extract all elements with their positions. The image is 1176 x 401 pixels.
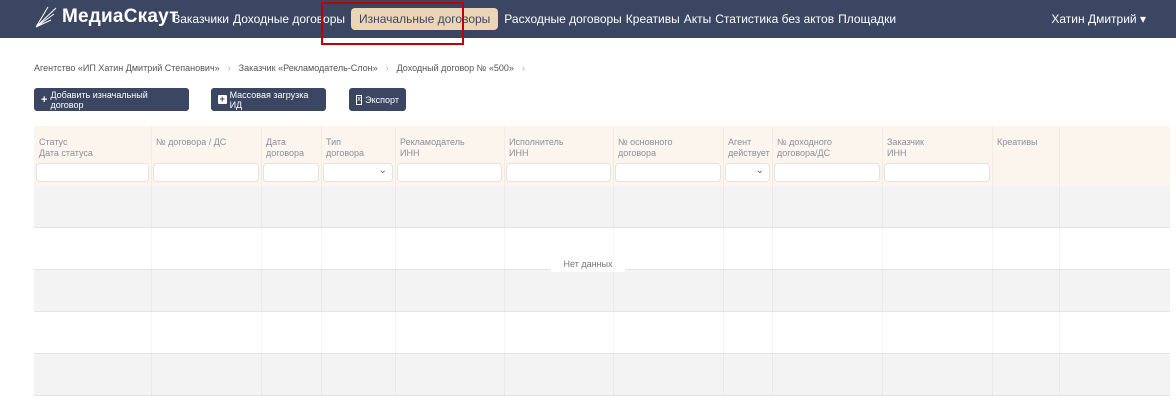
header-line: № основного [618,137,673,147]
header-line: договора/ДС [777,148,831,158]
header-line: Заказчик [887,137,924,147]
header-line: ИНН [887,148,907,158]
header-line: действует [728,148,770,158]
header-line: № доходного [777,137,832,147]
chevron-right-icon: › [385,63,389,73]
filter-input[interactable] [153,163,259,182]
add-initial-contract-button[interactable]: + Добавить изначальный договор [34,88,189,111]
nav-item[interactable]: Площадки [836,12,898,26]
column-divider [151,126,152,397]
logo-rays-icon [35,6,57,28]
plus-square-icon: + [218,94,227,104]
brand-name: МедиаСкаут [62,6,179,27]
breadcrumb: Агентство «ИП Хатин Дмитрий Степанович» ›… [34,63,525,73]
column-header[interactable]: Статус Дата статуса [39,137,93,159]
column-header[interactable]: Агент действует [728,137,770,159]
column-header[interactable]: № доходного договора/ДС [777,137,832,159]
header-line: ИНН [509,148,529,158]
column-header[interactable]: Креативы [997,137,1037,148]
filter-input[interactable] [615,163,721,182]
plus-icon: + [41,93,48,106]
filter-input[interactable] [506,163,611,182]
nav-item[interactable]: Расходные договоры [502,12,624,26]
header-line: договора [618,148,657,158]
header-line: Дата статуса [39,148,93,158]
empty-message: Нет данных [551,256,625,272]
nav-item[interactable]: Креативы [624,12,682,26]
column-header[interactable]: Рекламодатель ИНН [400,137,465,159]
table-header: Статус Дата статуса № договора / ДС Дата дог… [34,126,1170,186]
header-line: Статус [39,137,68,147]
column-divider [1059,126,1060,397]
user-name: Хатин Дмитрий [1051,12,1137,26]
header-line: ИНН [400,148,420,158]
column-header[interactable]: Исполнитель ИНН [509,137,564,159]
column-divider [723,126,724,397]
column-header[interactable]: Дата договора [266,137,304,159]
column-header[interactable]: Заказчик ИНН [887,137,924,159]
chevron-right-icon: › [227,63,231,73]
export-button[interactable]: x Экспорт [349,88,406,111]
column-header[interactable]: № договора / ДС [156,137,226,148]
header-line: № договора / ДС [156,137,227,147]
column-divider [321,126,322,397]
main-menu: Заказчики Доходные договоры Изначальные до… [171,0,898,38]
table-row [34,270,1170,312]
header-line: Тип [326,137,342,147]
bulk-label: Массовая загрузка ИД [229,89,309,110]
caret-down-icon: ▾ [1139,12,1146,26]
filter-input[interactable] [884,163,990,182]
nav-item[interactable]: Доходные договоры [231,12,347,26]
column-divider [395,126,396,397]
table-row [34,354,1170,396]
header-line: Исполнитель [509,137,564,147]
filter-input[interactable] [263,163,319,182]
header-line: Рекламодатель [400,137,465,147]
header-line: Агент [728,137,752,147]
chevron-down-icon: ⌄ [755,165,764,176]
table-row [34,186,1170,228]
export-label: Экспорт [365,94,399,105]
header-line: договора [326,148,365,158]
filter-input[interactable] [774,163,880,182]
column-divider [882,126,883,397]
column-header[interactable]: № основного договора [618,137,672,159]
add-label: Добавить изначальный договор [50,89,148,110]
chevron-down-icon: ⌄ [378,165,387,176]
nav-item[interactable]: Изначальные договоры [351,8,499,30]
column-divider [992,126,993,397]
column-divider [504,126,505,397]
bulk-upload-button[interactable]: + Массовая загрузка ИД [211,88,326,111]
column-header[interactable]: Тип договора [326,137,364,159]
filter-select[interactable]: ⌄ [725,163,770,182]
nav-item[interactable]: Акты [682,12,714,26]
brand-logo[interactable]: МедиаСкаут [34,6,179,28]
breadcrumb-contract[interactable]: Доходный договор № «500» [397,63,514,73]
breadcrumb-agency[interactable]: Агентство «ИП Хатин Дмитрий Степанович» [34,63,220,73]
chevron-right-icon: › [521,63,525,73]
breadcrumb-client[interactable]: Заказчик «Рекламодатель-Слон» [239,63,378,73]
filter-select[interactable]: ⌄ [323,163,393,182]
nav-item[interactable]: Статистика без актов [713,12,836,26]
table-row [34,312,1170,354]
header-line: договора [266,148,305,158]
column-divider [261,126,262,397]
header-line: Дата [266,137,286,147]
filter-input[interactable] [397,163,502,182]
column-divider [772,126,773,397]
top-navbar: МедиаСкаут Заказчики Доходные договоры Изн… [0,0,1176,38]
filter-input[interactable] [36,163,149,182]
nav-item[interactable]: Заказчики [171,12,231,26]
user-menu[interactable]: Хатин Дмитрий ▾ [1051,12,1146,26]
excel-file-icon: x [356,94,363,105]
header-line: Креативы [997,137,1038,147]
